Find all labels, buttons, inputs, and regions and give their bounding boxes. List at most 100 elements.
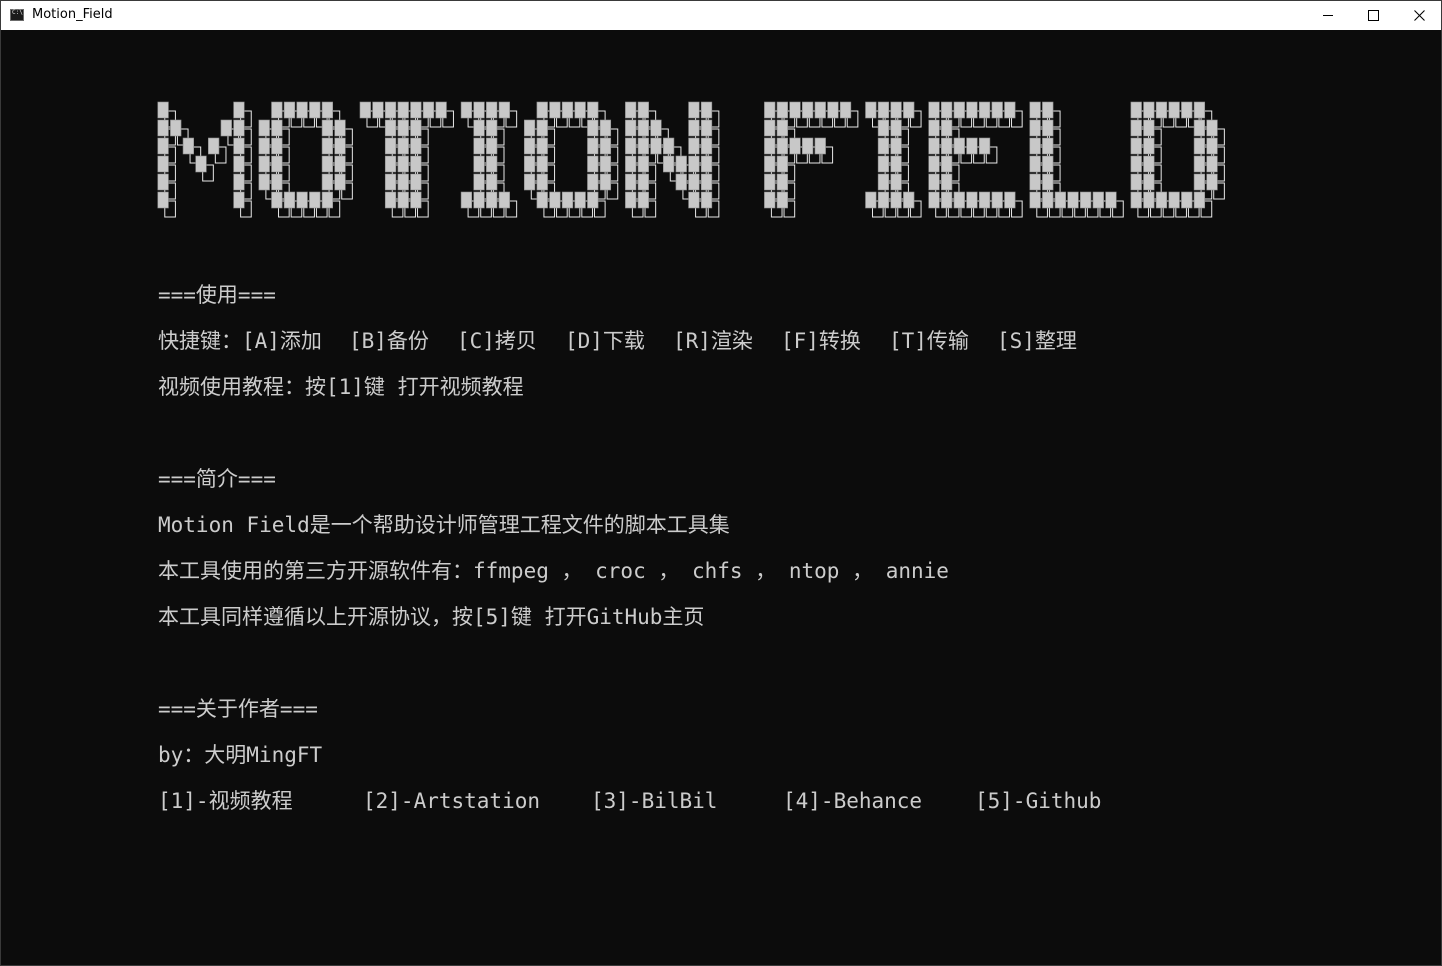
banner-block bbox=[561, 191, 574, 209]
video-tutorial-line: 视频使用教程：按[1]键 打开视频教程 bbox=[158, 375, 524, 399]
intro-header: ===简介=== bbox=[158, 467, 276, 491]
banner-block bbox=[625, 137, 637, 155]
banner-block bbox=[688, 119, 700, 137]
banner-block bbox=[839, 101, 852, 119]
banner-block bbox=[486, 119, 498, 137]
shortcut-backup: [B]备份 bbox=[349, 329, 429, 353]
console-icon bbox=[10, 9, 24, 21]
banner-block bbox=[157, 137, 169, 155]
banner-block bbox=[296, 101, 308, 119]
banner-block bbox=[523, 137, 536, 155]
banner-block bbox=[1193, 119, 1206, 137]
banner-block bbox=[890, 191, 902, 209]
link-video-tutorial: [1]-视频教程 bbox=[158, 789, 293, 813]
banner-block bbox=[536, 101, 548, 119]
banner-block bbox=[536, 155, 548, 173]
link-github: [5]-Github bbox=[975, 789, 1102, 813]
banner-block bbox=[1155, 191, 1168, 209]
banner-block bbox=[1143, 155, 1155, 173]
banner-block bbox=[599, 119, 612, 137]
banner-block bbox=[662, 137, 675, 155]
banner-block bbox=[486, 101, 498, 119]
maximize-button[interactable] bbox=[1350, 1, 1396, 30]
banner-block bbox=[157, 155, 169, 173]
banner-block bbox=[397, 173, 409, 191]
banner-block bbox=[776, 101, 788, 119]
banner-block bbox=[271, 155, 283, 173]
window-title: Motion_Field bbox=[32, 7, 113, 22]
banner-block bbox=[599, 137, 612, 155]
banner-block bbox=[372, 101, 384, 119]
banner-block bbox=[397, 155, 409, 173]
shortcut-add: [A]添加 bbox=[242, 329, 322, 353]
banner-block bbox=[941, 173, 953, 191]
banner-block bbox=[890, 173, 902, 191]
banner-block bbox=[208, 137, 220, 155]
banner-block bbox=[1029, 191, 1041, 209]
banner-block bbox=[1054, 191, 1067, 209]
minimize-icon bbox=[1322, 15, 1333, 16]
banner-block bbox=[625, 155, 637, 173]
banner-block bbox=[991, 101, 1003, 119]
banner-block bbox=[536, 119, 548, 137]
banner-block bbox=[1042, 191, 1054, 209]
banner-block bbox=[410, 137, 422, 155]
banner-block bbox=[384, 155, 397, 173]
banner-block bbox=[574, 191, 586, 209]
banner-block bbox=[625, 173, 637, 191]
title-bar[interactable]: Motion_Field bbox=[1, 1, 1441, 30]
banner-block bbox=[764, 119, 776, 137]
banner-block bbox=[941, 137, 953, 155]
banner-block bbox=[928, 173, 940, 191]
banner-block bbox=[877, 119, 890, 137]
banner-block bbox=[536, 191, 548, 209]
banner-block bbox=[1130, 101, 1142, 119]
banner-block bbox=[1168, 101, 1180, 119]
banner-block bbox=[486, 155, 498, 173]
banner-block bbox=[966, 101, 978, 119]
banner-block bbox=[334, 173, 346, 191]
banner-block bbox=[473, 101, 485, 119]
author-line: by：大明MingFT bbox=[158, 743, 323, 767]
banner-block bbox=[1143, 101, 1155, 119]
banner-block bbox=[776, 137, 788, 155]
banner-block bbox=[422, 101, 435, 119]
banner-block bbox=[1067, 191, 1079, 209]
banner-block bbox=[688, 101, 700, 119]
banner-block bbox=[802, 137, 814, 155]
banner-block bbox=[953, 101, 965, 119]
banner-block bbox=[1004, 101, 1016, 119]
console-area[interactable]: ===使用=== 快捷键： [A]添加 [B]备份 [C]拷贝 [D]下载 [R… bbox=[1, 30, 1441, 965]
link-bilibili: [3]-BilBil bbox=[591, 789, 718, 813]
banner-block bbox=[928, 101, 940, 119]
banner-block bbox=[978, 137, 991, 155]
banner-block bbox=[321, 155, 334, 173]
banner-block bbox=[157, 119, 169, 137]
banner-block bbox=[574, 101, 586, 119]
banner-block bbox=[233, 119, 245, 137]
banner-block bbox=[928, 119, 940, 137]
close-button[interactable] bbox=[1396, 1, 1442, 30]
banner-block bbox=[625, 191, 637, 209]
banner-block bbox=[764, 191, 776, 209]
banner-block bbox=[776, 155, 788, 173]
banner-block bbox=[1193, 137, 1206, 155]
minimize-button[interactable] bbox=[1305, 1, 1351, 30]
banner-block bbox=[650, 119, 662, 137]
banner-block bbox=[271, 173, 283, 191]
banner-block bbox=[637, 119, 649, 137]
shortcut-transfer: [T]传输 bbox=[889, 329, 969, 353]
banner-block bbox=[1130, 191, 1142, 209]
banner-block bbox=[334, 137, 346, 155]
banner-block bbox=[1206, 119, 1218, 137]
banner-block bbox=[296, 191, 308, 209]
banner-block bbox=[283, 191, 296, 209]
banner-block bbox=[410, 101, 422, 119]
banner-block bbox=[928, 191, 940, 209]
banner-block bbox=[435, 101, 447, 119]
ascii-banner-logo bbox=[157, 101, 1225, 218]
banner-block bbox=[384, 173, 397, 191]
banner-block bbox=[486, 137, 498, 155]
banner-block bbox=[486, 173, 498, 191]
banner-block bbox=[599, 155, 612, 173]
